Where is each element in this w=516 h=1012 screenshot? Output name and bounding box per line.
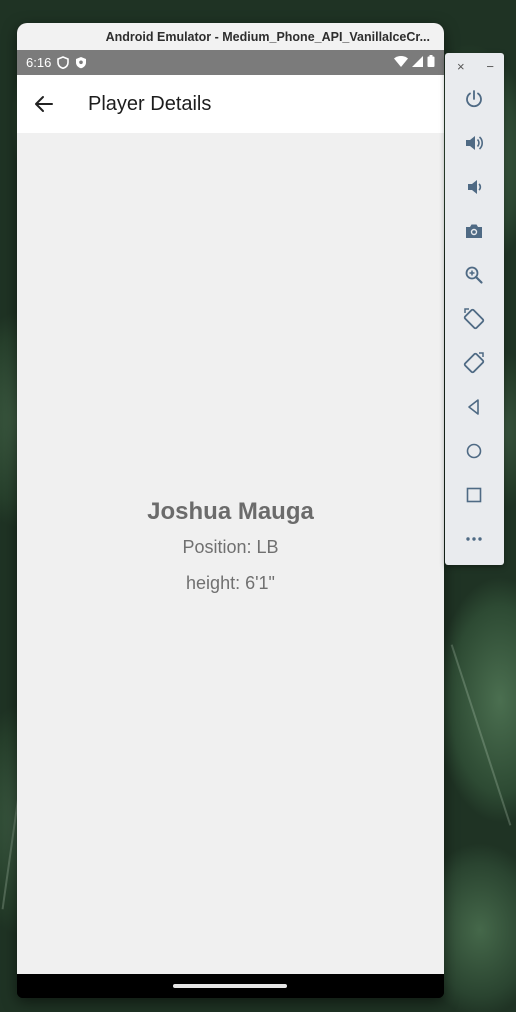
- volume-down-button[interactable]: [459, 172, 489, 202]
- toolbar-window-controls: × −: [445, 53, 504, 79]
- emulator-side-toolbar: × −: [445, 53, 504, 565]
- volume-down-icon: [468, 180, 482, 194]
- player-height: height: 6'1": [186, 573, 275, 593]
- home-gesture-handle[interactable]: [173, 984, 287, 988]
- power-icon: [466, 90, 482, 108]
- emulator-window: Android Emulator - Medium_Phone_API_Vani…: [17, 23, 444, 998]
- power-button[interactable]: [459, 84, 489, 114]
- signal-icon: [412, 55, 423, 70]
- home-nav-button[interactable]: [459, 436, 489, 466]
- zoom-button[interactable]: [459, 260, 489, 290]
- player-info: Joshua Mauga Position: LB height: 6'1": [147, 498, 314, 609]
- emulator-title-bar[interactable]: Android Emulator - Medium_Phone_API_Vani…: [17, 23, 444, 50]
- back-triangle-icon: [468, 399, 479, 415]
- page-title: Player Details: [88, 92, 212, 115]
- emulator-title: Android Emulator - Medium_Phone_API_Vani…: [105, 29, 430, 44]
- camera-icon: [466, 224, 482, 238]
- back-button[interactable]: [29, 89, 59, 119]
- close-button[interactable]: ×: [457, 59, 465, 74]
- more-horizontal-icon: [466, 537, 482, 541]
- shield-icon: [57, 56, 70, 69]
- minimize-button[interactable]: −: [486, 59, 494, 74]
- battery-icon: [427, 55, 435, 70]
- app-bar: Player Details: [17, 75, 444, 133]
- home-circle-icon: [466, 443, 482, 459]
- rotate-right-button[interactable]: [459, 348, 489, 378]
- more-options-button[interactable]: [459, 524, 489, 554]
- player-position: Position: LB: [182, 537, 279, 557]
- back-nav-button[interactable]: [459, 392, 489, 422]
- rotate-right-icon: [463, 352, 485, 374]
- overview-square-icon: [466, 487, 482, 503]
- volume-up-button[interactable]: [459, 128, 489, 158]
- rotate-left-icon: [463, 308, 485, 330]
- player-details-content: Joshua Mauga Position: LB height: 6'1": [17, 133, 444, 974]
- player-name: Joshua Mauga: [147, 498, 314, 525]
- leaf-vein-decoration: [450, 644, 512, 826]
- status-right-group: [394, 55, 435, 70]
- desktop-wallpaper: Android Emulator - Medium_Phone_API_Vani…: [0, 0, 516, 1012]
- status-bar: 6:16: [17, 50, 444, 75]
- zoom-in-icon: [465, 266, 483, 284]
- arrow-back-icon: [35, 96, 53, 112]
- screenshot-button[interactable]: [459, 216, 489, 246]
- rotate-left-button[interactable]: [459, 304, 489, 334]
- status-time: 6:16: [26, 55, 52, 70]
- overview-nav-button[interactable]: [459, 480, 489, 510]
- navigation-bar: [17, 974, 444, 998]
- volume-up-icon: [466, 136, 484, 150]
- wifi-icon: [394, 55, 408, 70]
- security-badge-icon: [75, 56, 87, 69]
